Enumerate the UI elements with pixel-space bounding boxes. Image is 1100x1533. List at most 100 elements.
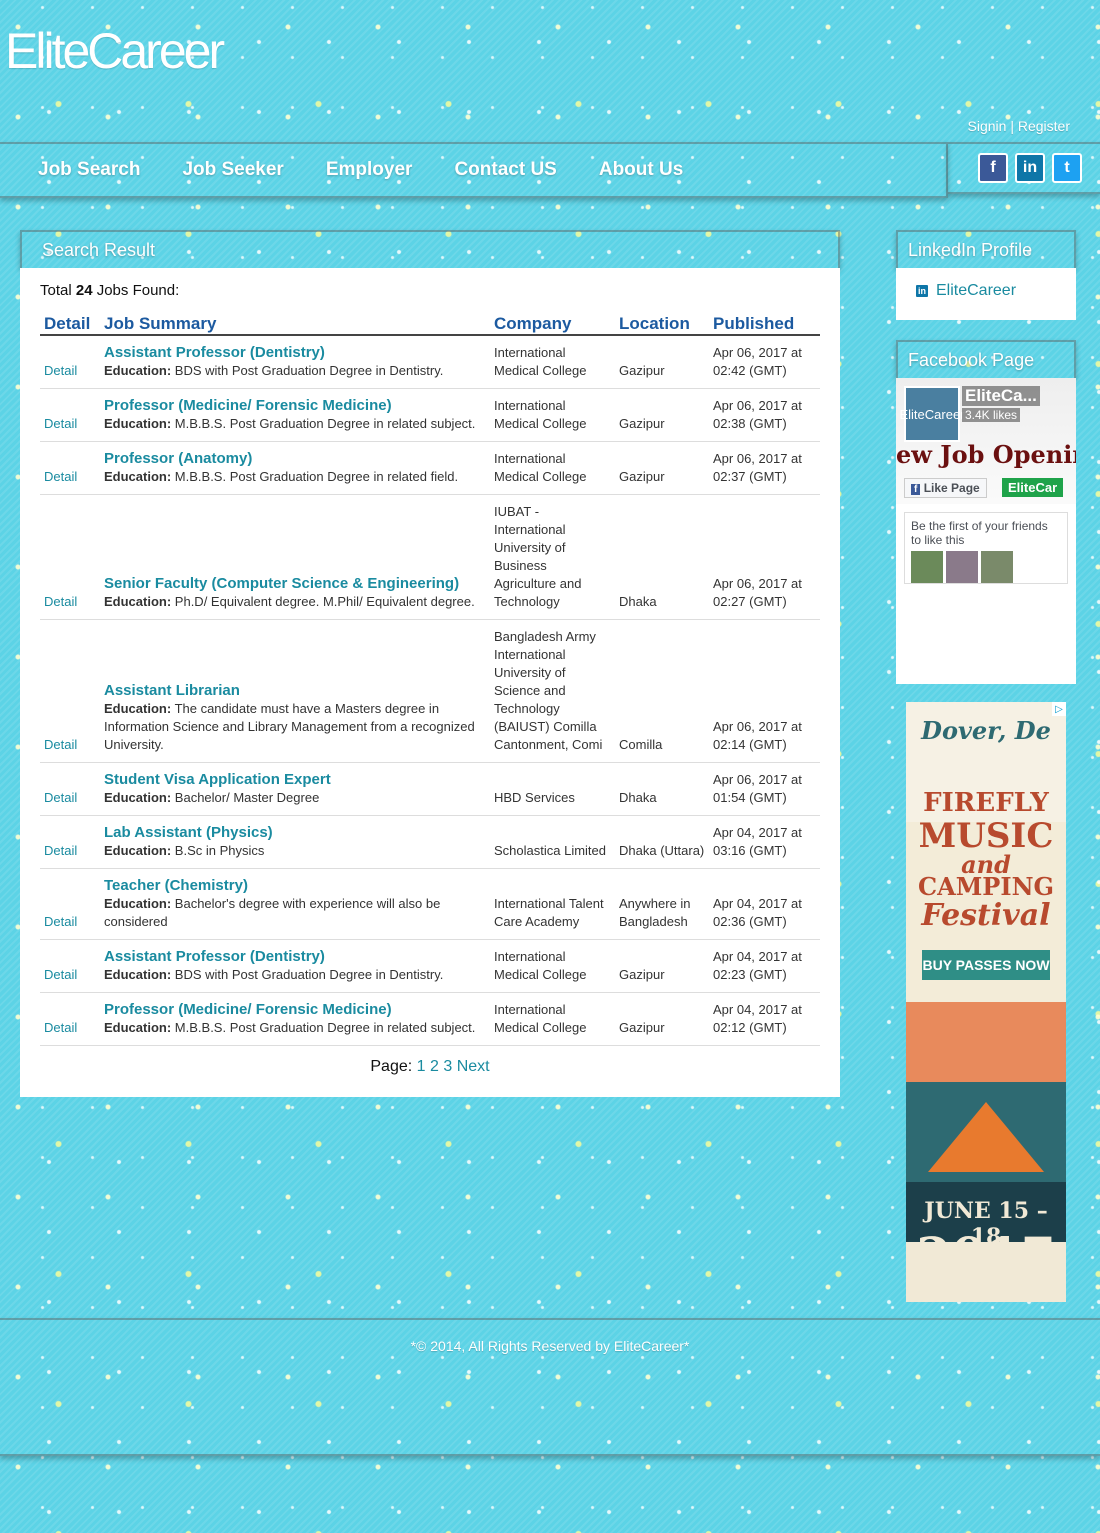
job-table-header: Detail Job Summary Company Location Publ… [40, 312, 820, 336]
company-cell: HBD Services [490, 762, 615, 816]
education-text: B.Sc in Physics [174, 843, 265, 858]
nav-item-contact-us[interactable]: Contact US [454, 159, 556, 181]
facebook-page-name[interactable]: EliteCa... [962, 386, 1040, 406]
auth-separator: | [1010, 118, 1014, 134]
search-result-panel: Search Result Total 24 Jobs Found: Detai… [20, 230, 840, 1097]
detail-link[interactable]: Detail [44, 843, 77, 858]
friend-avatar[interactable] [911, 551, 943, 583]
buy-passes-button[interactable]: BUY PASSES NOW [922, 950, 1050, 980]
location-cell: Comilla [615, 619, 709, 763]
location-cell: Anywhere in Bangladesh [615, 868, 709, 940]
detail-link[interactable]: Detail [44, 416, 77, 431]
detail-link[interactable]: Detail [44, 967, 77, 982]
job-education: Education: The candidate must have a Mas… [104, 701, 475, 752]
page-link-3[interactable]: 3 [443, 1058, 452, 1075]
auth-links: Signin | Register [968, 118, 1070, 134]
total-jobs: Total 24 Jobs Found: [40, 282, 179, 299]
job-title-link[interactable]: Senior Faculty (Computer Science & Engin… [104, 575, 486, 593]
education-text: M.B.B.S. Post Graduation Degree in relat… [174, 469, 459, 484]
job-education: Education: M.B.B.S. Post Graduation Degr… [104, 469, 458, 484]
nav-item-job-seeker[interactable]: Job Seeker [182, 159, 283, 181]
education-label: Education: [104, 896, 172, 911]
job-title-link[interactable]: Lab Assistant (Physics) [104, 824, 486, 842]
facebook-icon[interactable]: f [978, 153, 1008, 183]
job-row: Detail Lab Assistant (Physics) Education: … [40, 815, 820, 869]
social-links: f in t [948, 142, 1100, 194]
ad-city: Dover, De [921, 716, 1051, 745]
education-text: Ph.D/ Equivalent degree. M.Phil/ Equival… [174, 594, 475, 609]
page-link-1[interactable]: 1 [417, 1058, 426, 1075]
total-suffix: Jobs Found: [96, 282, 180, 299]
job-summary-cell: Student Visa Application Expert Education… [100, 762, 490, 816]
festival-ad[interactable]: ▷ Dover, De FIREFLY MUSIC and CAMPING Fe… [906, 702, 1066, 1302]
location-cell: Gazipur [615, 388, 709, 442]
nav-item-about-us[interactable]: About Us [599, 159, 683, 181]
page-link-2[interactable]: 2 [430, 1058, 439, 1075]
facebook-friends-box: Be the first of your friends to like thi… [904, 512, 1068, 584]
detail-link[interactable]: Detail [44, 363, 77, 378]
job-education: Education: M.B.B.S. Post Graduation Degr… [104, 416, 475, 431]
nav-item-job-search[interactable]: Job Search [38, 159, 140, 181]
ad-choices-icon[interactable]: ▷ [1052, 702, 1066, 716]
job-table: Detail Job Summary Company Location Publ… [40, 312, 820, 1046]
company-cell: International Talent Care Academy [490, 868, 615, 940]
education-text: BDS with Post Graduation Degree in Denti… [174, 363, 444, 378]
detail-link[interactable]: Detail [44, 790, 77, 805]
site-logo[interactable]: EliteCareer [5, 22, 225, 80]
linkedin-profile-link[interactable]: in EliteCareer [916, 282, 1016, 300]
detail-link[interactable]: Detail [44, 737, 77, 752]
twitter-icon[interactable]: t [1052, 153, 1082, 183]
published-cell: Apr 06, 2017 at 02:38 (GMT) [709, 388, 820, 442]
job-title-link[interactable]: Assistant Professor (Dentistry) [104, 948, 486, 966]
column-company: Company [490, 312, 615, 336]
published-cell: Apr 04, 2017 at 02:36 (GMT) [709, 868, 820, 940]
job-summary-cell: Professor (Medicine/ Forensic Medicine) E… [100, 388, 490, 442]
nav-item-employer[interactable]: Employer [326, 159, 413, 181]
job-row: Detail Assistant Professor (Dentistry) Edu… [40, 939, 820, 993]
job-row: Detail Senior Faculty (Computer Science &… [40, 494, 820, 620]
company-cell: Bangladesh Army International University… [490, 619, 615, 763]
job-title-link[interactable]: Student Visa Application Expert [104, 771, 486, 789]
friend-avatar[interactable] [946, 551, 978, 583]
signin-link[interactable]: Signin [968, 118, 1007, 134]
job-title-link[interactable]: Professor (Medicine/ Forensic Medicine) [104, 397, 486, 415]
detail-cell: Detail [40, 388, 100, 442]
published-cell: Apr 06, 2017 at 02:27 (GMT) [709, 494, 820, 620]
register-link[interactable]: Register [1018, 118, 1070, 134]
published-cell: Apr 04, 2017 at 03:16 (GMT) [709, 815, 820, 869]
detail-link[interactable]: Detail [44, 469, 77, 484]
detail-cell: Detail [40, 762, 100, 816]
job-title-link[interactable]: Assistant Professor (Dentistry) [104, 344, 486, 362]
published-cell: Apr 06, 2017 at 01:54 (GMT) [709, 762, 820, 816]
friend-avatar[interactable] [981, 551, 1013, 583]
detail-cell: Detail [40, 868, 100, 940]
detail-link[interactable]: Detail [44, 914, 77, 929]
company-cell: IUBAT - International University of Busi… [490, 494, 615, 620]
detail-link[interactable]: Detail [44, 594, 77, 609]
education-label: Education: [104, 1020, 172, 1035]
detail-cell: Detail [40, 619, 100, 763]
facebook-panel-body: ew Job Openin EliteCareer EliteCa... 3.4… [896, 378, 1076, 684]
job-title-link[interactable]: Assistant Librarian [104, 682, 486, 700]
job-education: Education: Bachelor's degree with experi… [104, 896, 440, 929]
facebook-like-button[interactable]: f Like Page [904, 478, 987, 498]
job-row: Detail Assistant Librarian Education: The … [40, 619, 820, 763]
column-location: Location [615, 312, 709, 336]
detail-link[interactable]: Detail [44, 1020, 77, 1035]
linkedin-icon[interactable]: in [1015, 153, 1045, 183]
job-title-link[interactable]: Professor (Anatomy) [104, 450, 486, 468]
company-cell: International Medical College [490, 992, 615, 1046]
total-count: 24 [75, 282, 93, 299]
facebook-elite-button[interactable]: EliteCar [1002, 478, 1064, 497]
location-cell: Gazipur [615, 441, 709, 495]
job-title-link[interactable]: Professor (Medicine/ Forensic Medicine) [104, 1001, 486, 1019]
education-text: BDS with Post Graduation Degree in Denti… [174, 967, 444, 982]
facebook-cover-banner: ew Job Openin [896, 440, 1076, 469]
facebook-page-thumb[interactable]: EliteCareer [899, 386, 965, 442]
copyright-text: *© 2014, All Rights Reserved by EliteCar… [410, 1338, 690, 1354]
next-page-link[interactable]: Next [457, 1058, 490, 1075]
ad-year: 2017 [916, 1226, 1056, 1285]
job-education: Education: BDS with Post Graduation Degr… [104, 967, 443, 982]
job-title-link[interactable]: Teacher (Chemistry) [104, 877, 486, 895]
footer: *© 2014, All Rights Reserved by EliteCar… [0, 1318, 1100, 1456]
